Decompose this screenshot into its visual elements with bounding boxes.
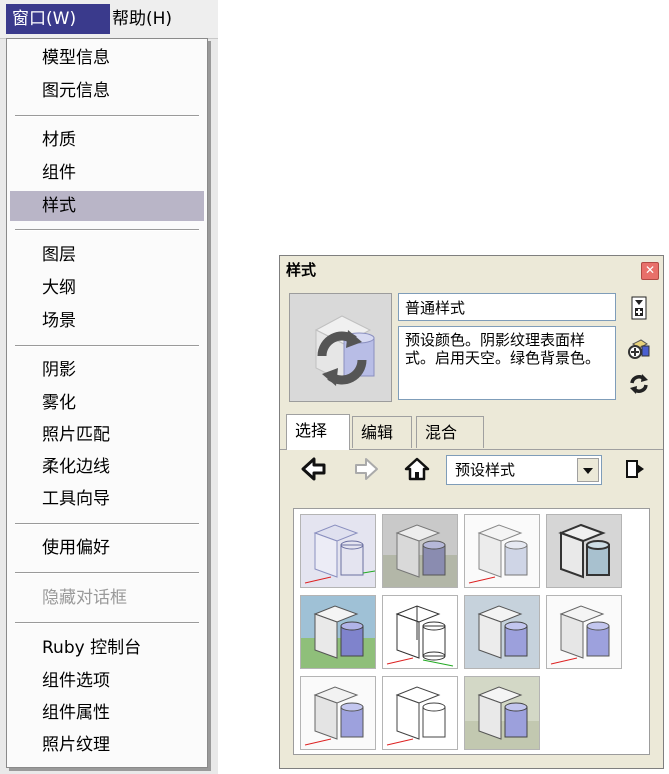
style-collection-select[interactable]: 预设样式 [446, 455, 602, 485]
styles-panel: 样式 ✕ 普通样式 预设颜色。阴影纹理表面样式。启用天空。绿色背景色。 选择 编… [279, 255, 664, 769]
forward-arrow-icon[interactable] [353, 456, 379, 482]
style-thumbnail[interactable] [382, 595, 458, 669]
menu-separator [15, 622, 199, 624]
menu-item-photo-textures[interactable]: 照片纹理 [10, 730, 204, 760]
tab-select[interactable]: 选择 [286, 414, 350, 450]
style-thumbnail[interactable] [464, 514, 540, 588]
style-thumbnail[interactable] [300, 676, 376, 750]
menu-separator [15, 115, 199, 117]
menu-item-shadows[interactable]: 阴影 [10, 355, 204, 385]
tab-mix[interactable]: 混合 [416, 416, 484, 448]
menu-help[interactable]: 帮助(H) [106, 4, 214, 34]
menu-item-ruby-console[interactable]: Ruby 控制台 [10, 633, 204, 663]
menu-separator [15, 229, 199, 231]
style-thumbnail[interactable] [382, 514, 458, 588]
create-style-icon[interactable] [627, 296, 651, 320]
menu-item-instructor[interactable]: 工具向导 [10, 484, 204, 514]
menu-item-component-attributes[interactable]: 组件属性 [10, 698, 204, 728]
update-style-icon[interactable] [627, 336, 651, 360]
menu-separator [15, 345, 199, 347]
menu-item-materials[interactable]: 材质 [10, 125, 204, 155]
menu-separator [15, 523, 199, 525]
style-thumbnail[interactable] [546, 595, 622, 669]
style-thumbnail[interactable] [546, 514, 622, 588]
menu-item-component-options[interactable]: 组件选项 [10, 666, 204, 696]
panel-title: 样式 [280, 256, 663, 284]
style-name-field[interactable]: 普通样式 [398, 293, 616, 321]
menu-bar: 窗口(W) 帮助(H) [0, 0, 218, 39]
menu-item-styles[interactable]: 样式 [10, 191, 204, 221]
menu-item-hide-dialogs: 隐藏对话框 [42, 588, 127, 608]
menu-item-match-photo[interactable]: 照片匹配 [10, 420, 204, 450]
menu-item-entity-info[interactable]: 图元信息 [10, 76, 204, 106]
style-collection-value: 预设样式 [455, 461, 516, 479]
menu-item-fog[interactable]: 雾化 [10, 388, 204, 418]
style-preview-thumbnail [289, 293, 392, 402]
menu-item-components[interactable]: 组件 [10, 158, 204, 188]
style-thumbnail[interactable] [464, 595, 540, 669]
menu-item-model-info[interactable]: 模型信息 [10, 43, 204, 73]
style-thumbnail[interactable] [300, 514, 376, 588]
style-thumbnail[interactable] [464, 676, 540, 750]
refresh-style-icon [290, 294, 391, 401]
style-description-field[interactable]: 预设颜色。阴影纹理表面样式。启用天空。绿色背景色。 [398, 326, 616, 400]
close-icon[interactable]: ✕ [641, 262, 659, 280]
menu-window[interactable]: 窗口(W) [6, 4, 110, 34]
menu-item-scenes[interactable]: 场景 [10, 306, 204, 336]
details-arrow-icon[interactable] [621, 456, 647, 482]
chevron-down-icon[interactable] [577, 458, 599, 482]
home-icon[interactable] [404, 456, 430, 482]
window-menu-dropdown: 模型信息 图元信息 材质 组件 样式 图层 大纲 场景 阴影 雾化 照片匹配 柔… [6, 38, 208, 768]
style-thumbnails-grid [293, 508, 650, 755]
menu-item-preferences[interactable]: 使用偏好 [10, 533, 204, 563]
style-thumbnail[interactable] [382, 676, 458, 750]
menu-item-soften-edges[interactable]: 柔化边线 [10, 452, 204, 482]
menu-item-layers[interactable]: 图层 [10, 240, 204, 270]
back-arrow-icon[interactable] [301, 456, 327, 482]
menu-separator [15, 572, 199, 574]
refresh-icon[interactable] [627, 372, 651, 396]
style-thumbnail[interactable] [300, 595, 376, 669]
tab-edit[interactable]: 编辑 [352, 416, 412, 448]
menu-item-outliner[interactable]: 大纲 [10, 273, 204, 303]
